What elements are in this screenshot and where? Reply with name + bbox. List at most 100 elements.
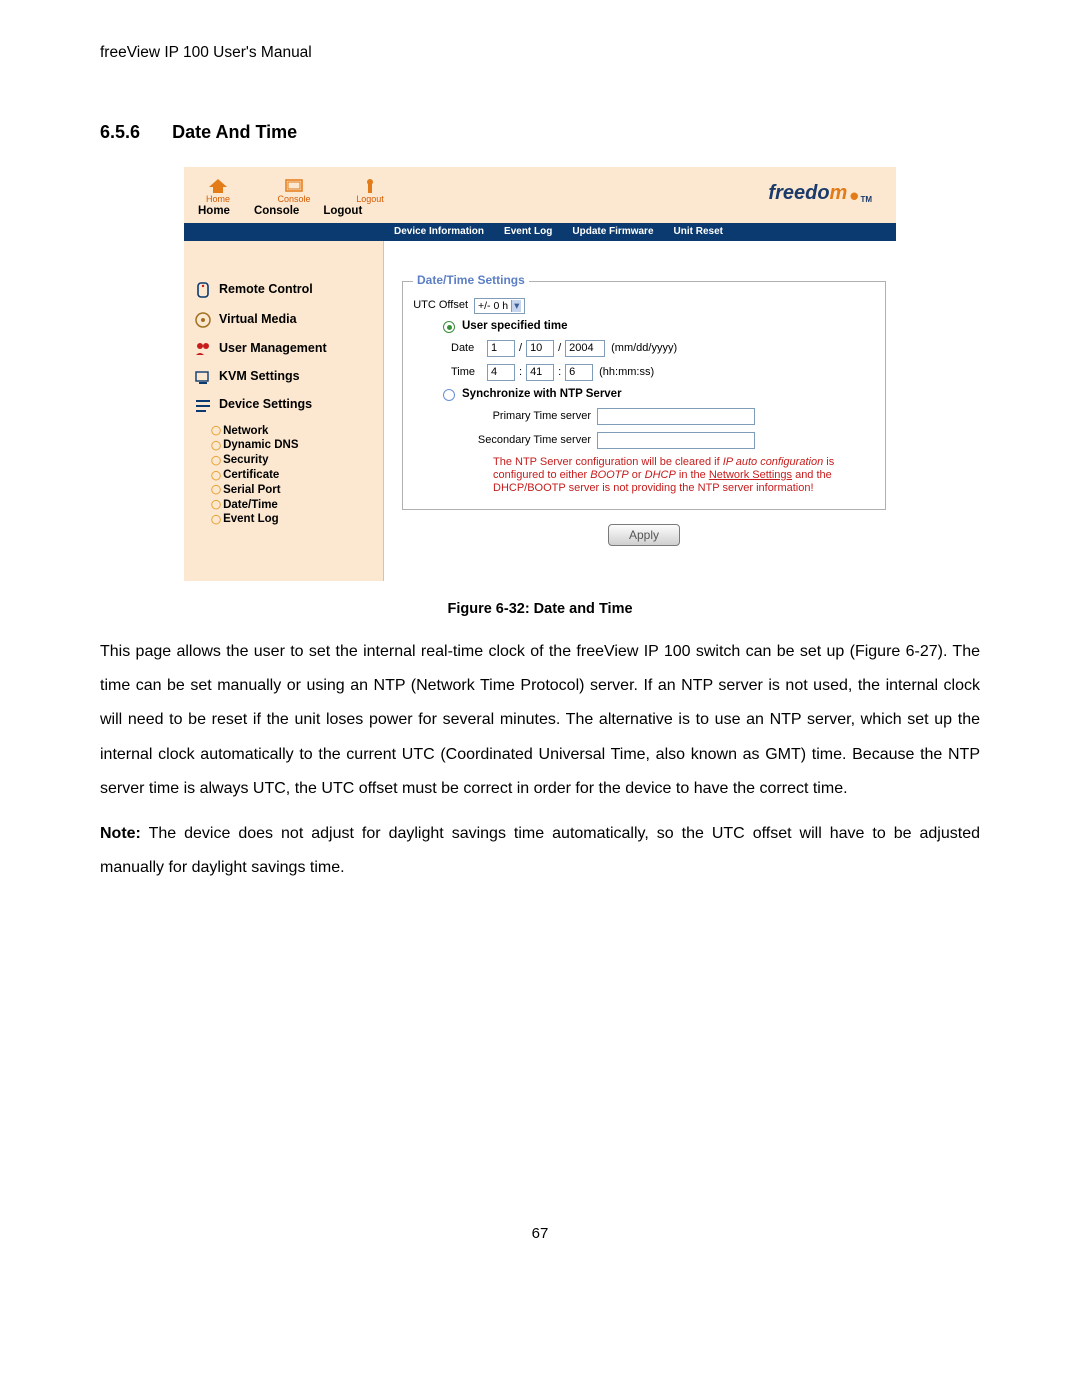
top-icon-row: Home Console Logout — [198, 179, 390, 205]
page-header: freeView IP 100 User's Manual — [0, 0, 1080, 72]
radio-label: User specified time — [462, 320, 567, 334]
time-label: Time — [451, 366, 487, 379]
sidebar-label: KVM Settings — [219, 369, 300, 384]
radio-label: Synchronize with NTP Server — [462, 388, 622, 402]
note-text: The device does not adjust for daylight … — [100, 825, 980, 876]
sidebar-label: Remote Control — [219, 282, 313, 297]
kvm-icon — [194, 369, 212, 385]
paragraph-2: Note: The device does not adjust for day… — [100, 817, 980, 886]
time-row: Time : : (hh:mm:ss) — [451, 364, 875, 381]
time-minute-input[interactable] — [526, 364, 554, 381]
primary-server-label: Primary Time server — [451, 410, 591, 423]
brand-dot-icon: • — [849, 189, 858, 205]
monitor-icon — [285, 179, 303, 193]
radio-ntp-sync[interactable]: Synchronize with NTP Server — [443, 388, 875, 402]
section-title: Date And Time — [172, 122, 297, 142]
link-home[interactable]: Home — [198, 205, 230, 219]
sidebar-label: Virtual Media — [219, 312, 297, 327]
sidebar-item-user-management[interactable]: User Management — [194, 341, 383, 357]
brand-text-2: m — [830, 181, 848, 205]
time-second-input[interactable] — [565, 364, 593, 381]
brand-logo: freedom•TM — [768, 181, 872, 205]
sidebar-label: User Management — [219, 341, 327, 356]
tab-device-information[interactable]: Device Information — [384, 223, 494, 241]
sidebar-sub-dynamic-dns[interactable]: ◯Dynamic DNS — [211, 439, 383, 453]
tab-update-firmware[interactable]: Update Firmware — [562, 223, 663, 241]
chevron-down-icon: ▾ — [511, 300, 521, 313]
section-number: 6.5.6 — [100, 122, 168, 143]
sidebar-item-remote-control[interactable]: Remote Control — [194, 281, 383, 299]
brand-tm: TM — [860, 195, 872, 205]
primary-server-row: Primary Time server — [451, 408, 875, 425]
house-icon — [209, 179, 227, 193]
top-bar: Home Console Logout freedom•TM — [184, 167, 896, 205]
body-text: This page allows the user to set the int… — [0, 635, 1080, 886]
content-panel: Date/Time Settings UTC Offset +/- 0 h ▾ … — [384, 241, 896, 581]
separator: : — [558, 366, 561, 379]
users-icon — [194, 341, 212, 357]
page-number: 67 — [0, 1225, 1080, 1242]
tab-unit-reset[interactable]: Unit Reset — [664, 223, 733, 241]
secondary-server-input[interactable] — [597, 432, 755, 449]
sub-nav-bar: Device Information Event Log Update Firm… — [184, 223, 896, 241]
radio-off-icon — [443, 389, 455, 401]
disc-icon — [194, 311, 212, 329]
utc-offset-select[interactable]: +/- 0 h ▾ — [474, 298, 525, 315]
top-text-row: Home Console Logout — [184, 205, 896, 223]
secondary-server-label: Secondary Time server — [451, 434, 591, 447]
link-logout[interactable]: Logout — [323, 205, 362, 219]
sidebar-sub-network[interactable]: ◯Network — [211, 425, 383, 439]
secondary-server-row: Secondary Time server — [451, 432, 875, 449]
utc-offset-label: UTC Offset — [413, 299, 468, 312]
separator: / — [558, 342, 561, 355]
app-screenshot: Home Console Logout freedom•TM Home Cons… — [184, 167, 896, 581]
screenshot-figure: Home Console Logout freedom•TM Home Cons… — [184, 167, 896, 581]
sidebar-sub-certificate[interactable]: ◯Certificate — [211, 469, 383, 483]
time-hour-input[interactable] — [487, 364, 515, 381]
apply-button[interactable]: Apply — [608, 524, 680, 546]
radio-on-icon — [443, 321, 455, 333]
tab-event-log[interactable]: Event Log — [494, 223, 562, 241]
figure-caption: Figure 6-32: Date and Time — [0, 601, 1080, 617]
remote-control-icon — [194, 281, 212, 299]
logout-icon[interactable]: Logout — [350, 179, 390, 205]
date-label: Date — [451, 342, 487, 355]
sidebar-item-virtual-media[interactable]: Virtual Media — [194, 311, 383, 329]
date-month-input[interactable] — [487, 340, 515, 357]
sidebar: Remote Control Virtual Media User Manage… — [184, 241, 384, 581]
sidebar-item-device-settings[interactable]: Device Settings — [194, 397, 383, 413]
home-icon[interactable]: Home — [198, 179, 238, 205]
time-hint: (hh:mm:ss) — [599, 366, 654, 379]
utc-offset-value: +/- 0 h — [478, 300, 508, 313]
link-console[interactable]: Console — [254, 205, 299, 219]
note-label: Note: — [100, 825, 141, 842]
utc-offset-row: UTC Offset +/- 0 h ▾ — [413, 298, 875, 315]
separator: / — [519, 342, 522, 355]
sidebar-sub-security[interactable]: ◯Security — [211, 454, 383, 468]
ntp-warning: The NTP Server configuration will be cle… — [493, 456, 875, 496]
brand-text-1: freedo — [768, 181, 829, 205]
date-year-input[interactable] — [565, 340, 605, 357]
sidebar-sub-serial-port[interactable]: ◯Serial Port — [211, 484, 383, 498]
console-icon[interactable]: Console — [274, 179, 314, 205]
sidebar-sub-event-log[interactable]: ◯Event Log — [211, 513, 383, 527]
console-icon-label: Console — [277, 194, 310, 205]
paragraph-1: This page allows the user to set the int… — [100, 635, 980, 807]
sidebar-sub-date-time[interactable]: ◯Date/Time — [211, 499, 383, 513]
date-day-input[interactable] — [526, 340, 554, 357]
radio-user-specified[interactable]: User specified time — [443, 320, 875, 334]
fieldset-legend: Date/Time Settings — [413, 273, 529, 287]
logout-arrow-icon — [361, 179, 379, 193]
primary-server-input[interactable] — [597, 408, 755, 425]
section-heading: 6.5.6 Date And Time — [0, 72, 1080, 167]
home-icon-label: Home — [206, 194, 230, 205]
separator: : — [519, 366, 522, 379]
date-time-fieldset: Date/Time Settings UTC Offset +/- 0 h ▾ … — [402, 281, 886, 511]
sidebar-label: Device Settings — [219, 397, 312, 412]
date-hint: (mm/dd/yyyy) — [611, 342, 677, 355]
sliders-icon — [194, 397, 212, 413]
sidebar-item-kvm-settings[interactable]: KVM Settings — [194, 369, 383, 385]
date-row: Date / / (mm/dd/yyyy) — [451, 340, 875, 357]
main-area: Remote Control Virtual Media User Manage… — [184, 241, 896, 581]
logout-icon-label: Logout — [356, 194, 384, 205]
